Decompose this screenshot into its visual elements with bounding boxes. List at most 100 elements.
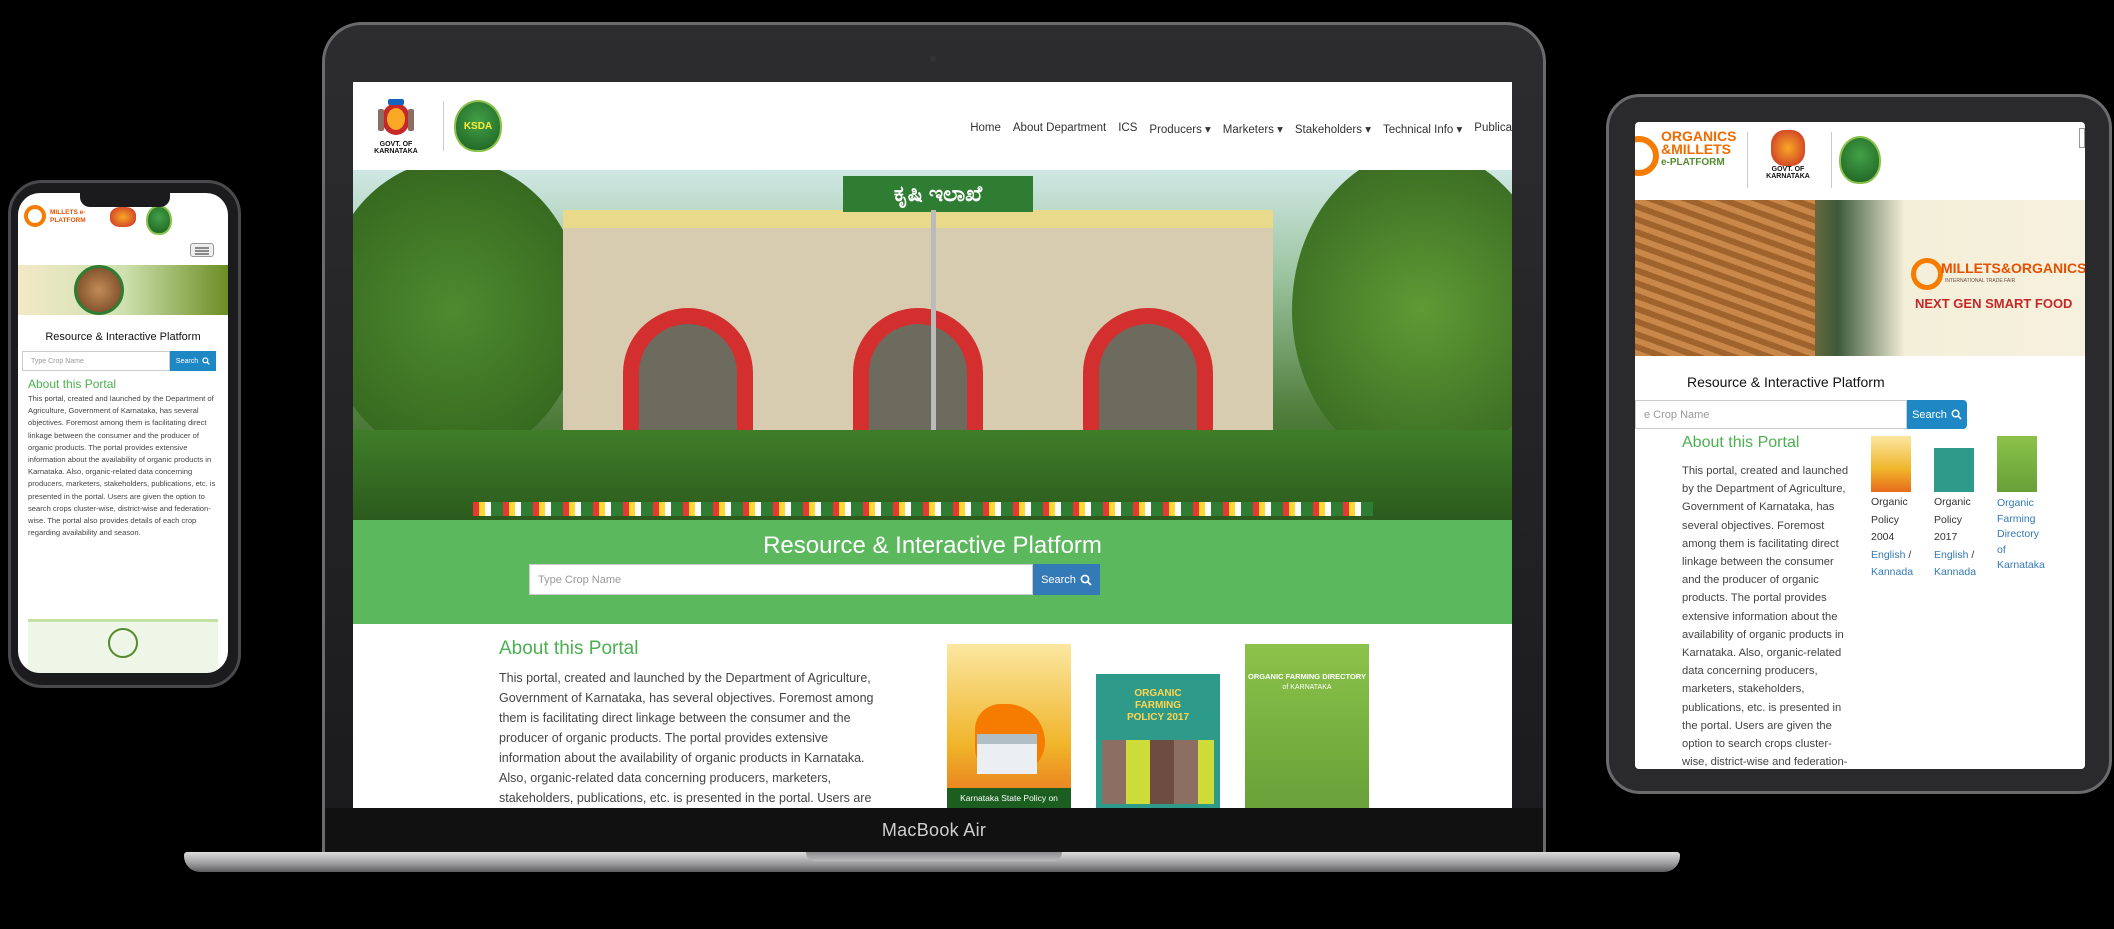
platform-title: Resource & Interactive Platform (763, 532, 1102, 559)
laptop-chin: MacBook Air (325, 808, 1543, 852)
phone-platform-title: Resource & Interactive Platform (45, 331, 201, 343)
tablet-logo-text: ORGANICS &MILLETS e-PLATFORM (1661, 129, 1736, 169)
directory-title: ORGANIC FARMING DIRECTORY (1248, 672, 1366, 681)
phone-search-icon (202, 357, 210, 365)
tablet-policy-2017: Organic Policy 2017 English / Kannada (1934, 436, 1978, 582)
phone-govt-emblem (110, 207, 136, 227)
tablet-policy-2017-kannada-link[interactable]: Kannada (1934, 566, 1976, 578)
tablet-banner-logo (1911, 258, 1943, 290)
tablet-logo-line3: e-PLATFORM (1661, 157, 1725, 168)
tablet-policy-2004: Organic Policy 2004 English / Kannada (1871, 436, 1915, 582)
vidhana-soudha (977, 734, 1037, 774)
phone-preview-card (28, 619, 218, 673)
tablet-ksda-logo (1839, 136, 1881, 184)
phone-crop-search-input[interactable]: Type Crop Name (22, 351, 170, 371)
directory-subtitle: of KARNATAKA (1282, 684, 1332, 691)
search-band: Resource & Interactive Platform Type Cro… (353, 520, 1512, 624)
tablet-search-button-label: Search (1912, 408, 1947, 421)
tablet-logo-divider-2 (1831, 132, 1832, 188)
phone-notch (80, 193, 170, 207)
govt-emblem[interactable]: GOVT. OF KARNATAKA (359, 97, 433, 155)
policy-2017-line1: ORGANIC (1134, 688, 1182, 699)
tablet-search-button[interactable]: Search (1907, 400, 1967, 429)
tablet-policy-2004-english-link[interactable]: English (1871, 549, 1905, 561)
nav-ics[interactable]: ICS (1118, 122, 1137, 136)
tablet-about-text: This portal, created and launched by the… (1682, 465, 1849, 769)
policy-2017-photos (1102, 740, 1214, 804)
nav-stakeholders[interactable]: Stakeholders ▾ (1295, 122, 1371, 136)
tablet-policy-2017-thumb[interactable] (1934, 436, 1974, 492)
phone-menu-toggle[interactable] (190, 243, 214, 257)
phone-search-button[interactable]: Search (170, 351, 216, 371)
tablet-banner-sub: INTERNATIONAL TRADE FAIR (1945, 278, 2016, 284)
policy-2004-title: Karnataka State Policy on (947, 788, 1071, 808)
tablet-search-bar: e Crop Name Search (1635, 400, 1967, 429)
tablet-govt-emblem: GOVT. OF KARNATAKA (1753, 130, 1823, 180)
main-nav: Home About Department ICS Producers ▾ Ma… (970, 122, 1512, 136)
tablet-directory-link[interactable]: Organic Farming Directory of Karnataka (1997, 496, 2049, 574)
search-icon (1080, 574, 1092, 586)
phone-search-button-label: Search (175, 357, 199, 365)
search-button[interactable]: Search (1033, 564, 1100, 595)
govt-label: GOVT. OF KARNATAKA (374, 141, 418, 155)
about-title: About this Portal (499, 638, 639, 659)
tablet-about-title: About this Portal (1682, 434, 1800, 451)
tablet-crop-search-input[interactable]: e Crop Name (1635, 400, 1907, 429)
building-sign: ಕೃಷಿ ಇಲಾಖೆ (843, 176, 1033, 212)
nav-producers[interactable]: Producers ▾ (1149, 122, 1210, 136)
tablet-logo-divider (1747, 132, 1748, 188)
about-text: This portal, created and launched by the… (499, 671, 874, 805)
nav-technical-info[interactable]: Technical Info ▾ (1383, 122, 1462, 136)
policy-2017-cover[interactable]: ORGANIC FARMING POLICY 2017 (1096, 644, 1220, 808)
phone-ksda-logo (146, 205, 172, 235)
tablet-platform-title: Resource & Interactive Platform (1687, 374, 1885, 390)
laptop-opening-notch (806, 852, 1062, 861)
policy-2017-line3: POLICY 2017 (1126, 712, 1190, 723)
building (563, 210, 1273, 458)
tablet-screen: ORGANICS &MILLETS e-PLATFORM GOVT. OF KA… (1635, 122, 2085, 769)
ksda-logo[interactable]: KSDA (454, 100, 502, 152)
nav-publications[interactable]: Publica (1474, 122, 1512, 136)
tablet-govt-label: GOVT. OF KARNATAKA (1766, 166, 1810, 180)
laptop-screen: GOVT. OF KARNATAKA KSDA Home About Depar… (353, 82, 1512, 808)
tablet-banner-title: MILLETS&ORGANICS 202 (1941, 260, 2085, 276)
tablet-menu-toggle[interactable] (2079, 128, 2085, 148)
nav-home[interactable]: Home (970, 122, 1001, 136)
phone-logo-text: MILLETS e-PLATFORM (50, 209, 86, 224)
tablet-policy-2004-kannada-link[interactable]: Kannada (1871, 566, 1913, 578)
logo-divider (443, 101, 444, 151)
camera-dot (930, 56, 936, 62)
policy-2017-title: ORGANIC FARMING POLICY 2017 (1096, 688, 1220, 724)
nav-about-department[interactable]: About Department (1013, 122, 1106, 136)
govt-emblem-icon (378, 99, 414, 135)
tablet-directory-thumb[interactable] (1997, 436, 2037, 492)
tablet-directory: Organic Farming Directory of Karnataka (1997, 436, 2049, 574)
policy-2017-header (1096, 644, 1220, 674)
directory-cover[interactable]: ORGANIC FARMING DIRECTORY of KARNATAKA (1245, 644, 1369, 808)
tablet-policy-2004-thumb[interactable] (1871, 436, 1911, 492)
tablet-banner-tag: NEXT GEN SMART FOOD (1915, 296, 2073, 311)
tablet-policy-2017-english-link[interactable]: English (1934, 549, 1968, 561)
about-section: About this Portal This portal, created a… (353, 624, 1512, 808)
tablet-policy-2017-name: Organic Policy 2017 (1934, 496, 1971, 543)
tablet-govt-emblem-icon (1771, 130, 1805, 166)
search-button-label: Search (1041, 573, 1076, 586)
search-bar: Type Crop Name Search (529, 564, 1100, 595)
phone-about-title: About this Portal (28, 377, 117, 391)
tablet-header: ORGANICS &MILLETS e-PLATFORM GOVT. OF KA… (1635, 122, 2085, 200)
tablet-banner-millets (1635, 200, 1815, 356)
phone-banner-bowl (74, 265, 124, 315)
hero-image: ಕೃಷಿ ಇಲಾಖೆ (353, 170, 1512, 520)
site-header: GOVT. OF KARNATAKA KSDA Home About Depar… (353, 82, 1512, 170)
tablet-search-icon (1951, 409, 1962, 420)
crop-search-input[interactable]: Type Crop Name (529, 564, 1033, 595)
policy-2004-cover[interactable]: Karnataka State Policy on (947, 644, 1071, 808)
tablet-logo-swirl (1635, 136, 1659, 176)
nav-marketers[interactable]: Marketers ▾ (1223, 122, 1283, 136)
tree-right (1292, 170, 1512, 470)
laptop-model-label: MacBook Air (881, 819, 987, 840)
phone-about-text: This portal, created and launched by the… (28, 394, 216, 538)
phone-preview-emblem (108, 628, 138, 658)
tablet-logo-line2: &MILLETS (1661, 141, 1731, 157)
policy-2017-line2: FARMING (1134, 700, 1182, 711)
